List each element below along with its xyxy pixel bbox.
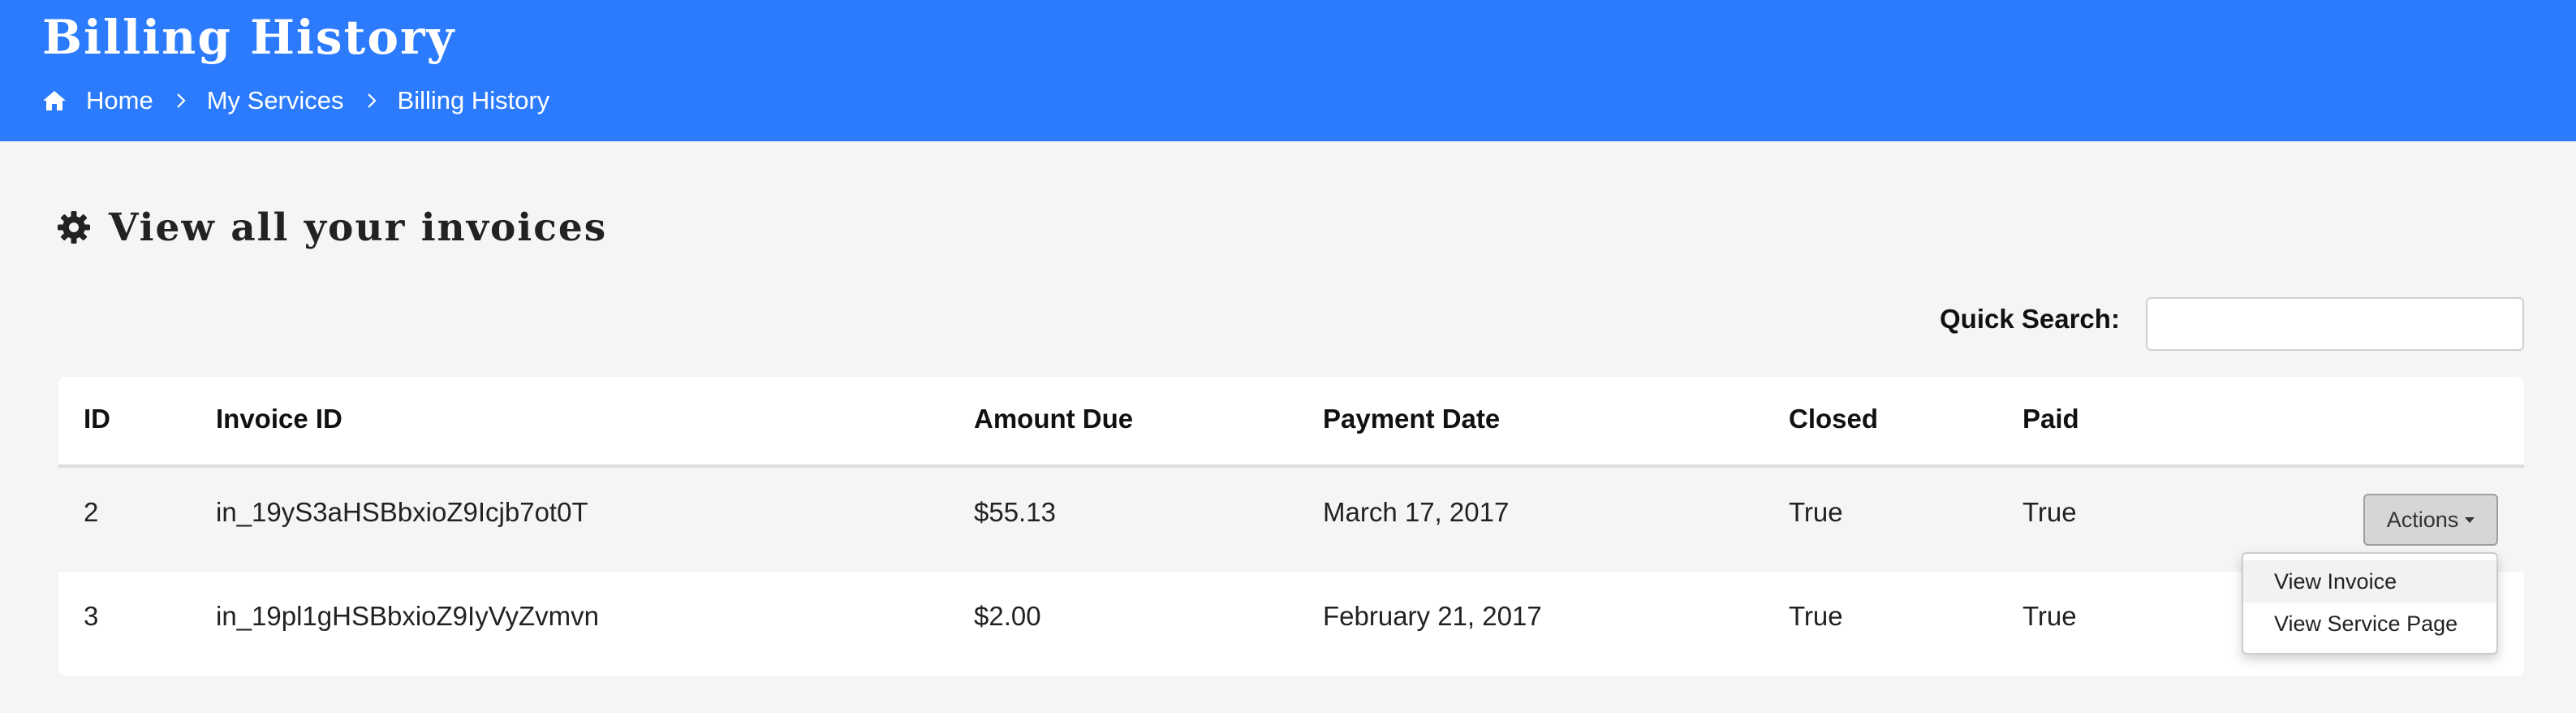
cell-payment-date: February 21, 2017: [1323, 601, 1542, 631]
column-header-amount-due[interactable]: Amount Due: [974, 404, 1133, 434]
cell-id: 2: [84, 497, 99, 527]
actions-button-label: Actions: [2386, 507, 2459, 532]
cell-paid: True: [2022, 497, 2077, 527]
breadcrumb-billing-history: Billing History: [397, 86, 550, 115]
invoices-table: ID Invoice ID Amount Due Payment Date Cl…: [58, 377, 2524, 676]
chevron-right-icon: [176, 93, 186, 109]
gear-icon: [57, 210, 91, 244]
column-header-id[interactable]: ID: [84, 404, 110, 434]
quick-search-input[interactable]: [2146, 297, 2524, 351]
cell-invoice-id: in_19yS3aHSBbxioZ9Icjb7ot0T: [216, 497, 588, 527]
cell-closed: True: [1789, 497, 1843, 527]
actions-dropdown-button[interactable]: Actions: [2363, 494, 2498, 546]
menu-item-view-service-page[interactable]: View Service Page: [2243, 603, 2496, 645]
table-row: 3 in_19pl1gHSBbxioZ9IyVyZvmvn $2.00 Febr…: [58, 572, 2524, 676]
cell-invoice-id: in_19pl1gHSBbxioZ9IyVyZvmvn: [216, 601, 599, 631]
column-header-closed[interactable]: Closed: [1789, 404, 1878, 434]
home-icon[interactable]: [42, 90, 67, 111]
column-header-paid[interactable]: Paid: [2022, 404, 2079, 434]
quick-search-label: Quick Search:: [1940, 304, 2120, 334]
section-title: View all your invoices: [109, 205, 608, 250]
breadcrumb-my-services[interactable]: My Services: [207, 86, 344, 115]
cell-closed: True: [1789, 601, 1843, 631]
cell-paid: True: [2022, 601, 2077, 631]
breadcrumb-home[interactable]: Home: [86, 86, 153, 115]
caret-down-icon: [2465, 516, 2475, 523]
cell-amount-due: $55.13: [974, 497, 1056, 527]
page-title: Billing History: [42, 10, 456, 65]
breadcrumb: Home My Services Billing History: [42, 83, 549, 119]
cell-id: 3: [84, 601, 99, 631]
table-row: 2 in_19yS3aHSBbxioZ9Icjb7ot0T $55.13 Mar…: [58, 468, 2524, 572]
actions-dropdown-menu: View Invoice View Service Page: [2242, 552, 2498, 655]
menu-item-view-invoice[interactable]: View Invoice: [2243, 560, 2496, 603]
section-heading: View all your invoices: [57, 201, 607, 253]
column-header-payment-date[interactable]: Payment Date: [1323, 404, 1500, 434]
page-header: Billing History Home My Services Billing…: [0, 0, 2576, 141]
column-header-invoice-id[interactable]: Invoice ID: [216, 404, 342, 434]
chevron-right-icon: [367, 93, 377, 109]
cell-amount-due: $2.00: [974, 601, 1041, 631]
cell-payment-date: March 17, 2017: [1323, 497, 1510, 527]
